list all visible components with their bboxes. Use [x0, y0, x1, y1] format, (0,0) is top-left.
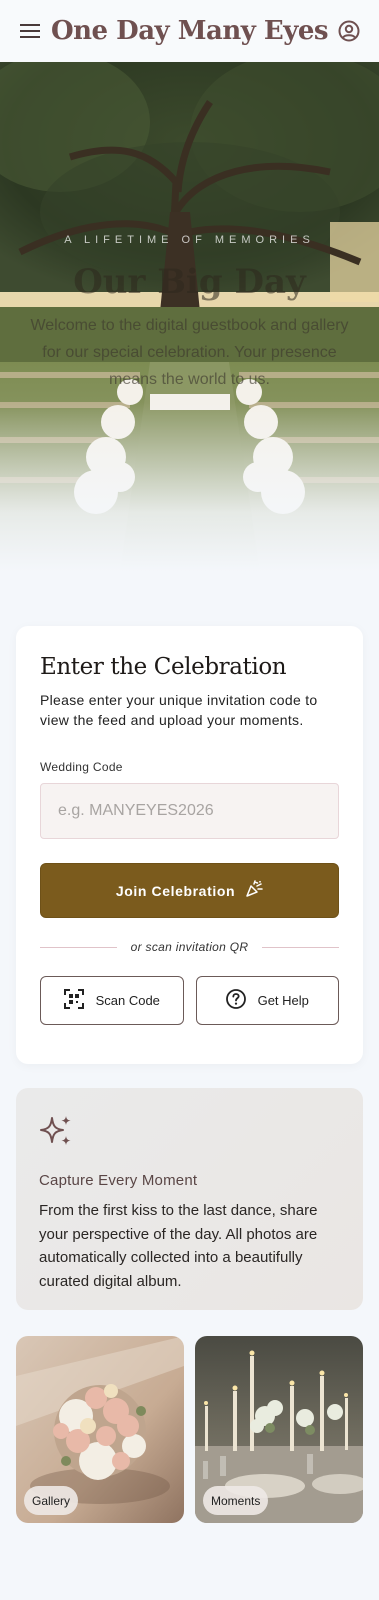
hero-banner: A LIFETIME OF MEMORIES Our Big Day Welco…	[0, 62, 379, 572]
join-celebration-label: Join Celebration	[115, 882, 236, 899]
divider-line-right	[262, 946, 339, 948]
qr-divider: or scan invitation QR	[40, 940, 339, 954]
account-circle-icon[interactable]	[337, 19, 361, 43]
sparkles-icon	[39, 1116, 73, 1152]
party-popper-icon	[245, 880, 263, 901]
get-help-label: Get Help	[257, 993, 309, 1008]
feature-title: Capture Every Moment	[39, 1172, 198, 1189]
divider-line-left	[40, 946, 117, 948]
top-app-bar: One Day Many Eyes	[0, 0, 379, 62]
feature-text: From the first kiss to the last dance, s…	[39, 1202, 318, 1290]
hero-title: Our Big Day	[73, 262, 306, 302]
capture-feature-card: Capture Every Moment From the first kiss…	[16, 1088, 363, 1310]
menu-icon[interactable]	[18, 19, 42, 43]
help-circle-icon	[225, 989, 246, 1012]
divider-text: or scan invitation QR	[130, 940, 249, 954]
hero-kicker: A LIFETIME OF MEMORIES	[64, 234, 315, 246]
moments-tile-label: Moments	[203, 1486, 269, 1515]
app-title: One Day Many Eyes	[51, 16, 329, 46]
join-celebration-button[interactable]: Join Celebration	[40, 863, 339, 918]
wedding-code-label: Wedding Code	[40, 760, 123, 774]
join-celebration-card: Enter the Celebration Please enter your …	[16, 626, 363, 1064]
moments-tile[interactable]: Moments	[195, 1336, 363, 1523]
scan-code-button[interactable]: Scan Code	[40, 976, 184, 1025]
gallery-tile-label: Gallery	[24, 1486, 79, 1515]
scan-code-label: Scan Code	[95, 993, 160, 1008]
wedding-code-input[interactable]	[40, 783, 339, 839]
get-help-button[interactable]: Get Help	[195, 976, 339, 1025]
qr-scan-icon	[63, 989, 84, 1012]
gallery-tile[interactable]: Gallery	[16, 1336, 184, 1523]
hero-fade-overlay	[0, 402, 379, 572]
join-card-description: Please enter your unique invitation code…	[40, 692, 318, 728]
secondary-actions: Scan Code Get Help	[40, 976, 339, 1025]
hero-subtitle: Welcome to the digital guestbook and gal…	[30, 317, 349, 388]
join-card-title: Enter the Celebration	[40, 654, 287, 680]
